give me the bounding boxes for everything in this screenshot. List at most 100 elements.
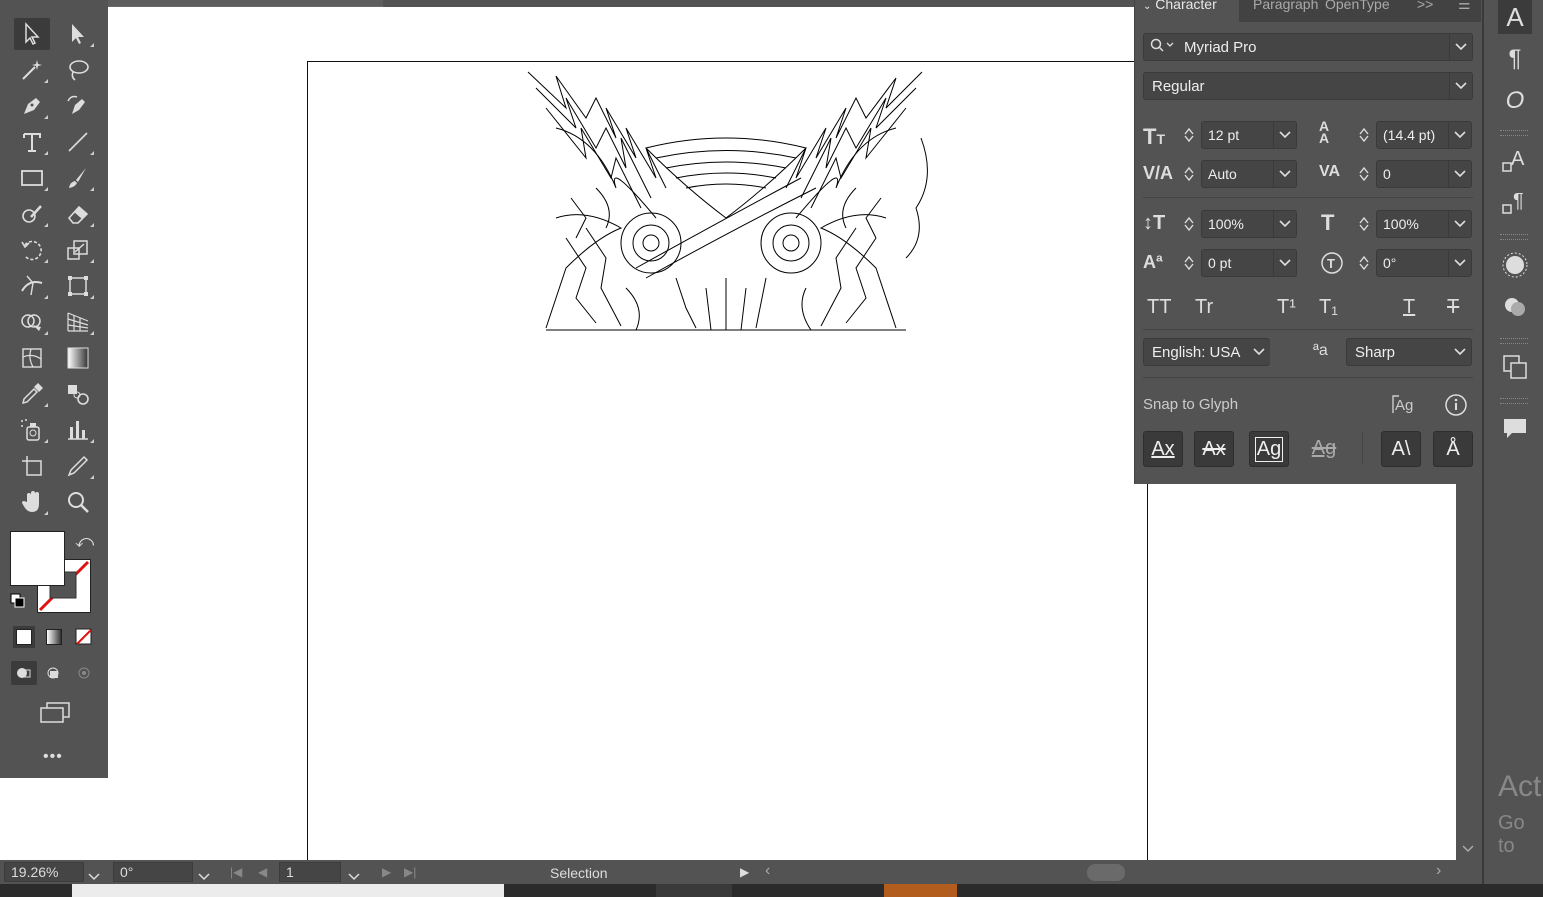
zoom-tool[interactable] — [60, 486, 96, 518]
underline-button[interactable]: T — [1403, 296, 1415, 319]
chevron-down-icon[interactable] — [1273, 122, 1296, 148]
chevron-down-icon[interactable] — [1448, 122, 1471, 148]
magic-wand-tool[interactable] — [14, 54, 50, 86]
horizontal-scale-stepper[interactable] — [1356, 210, 1372, 238]
chevron-down-icon[interactable] — [1448, 211, 1471, 237]
scroll-left-arrow-icon[interactable]: ‹ — [765, 862, 770, 880]
leading-stepper[interactable] — [1356, 121, 1372, 149]
tracking-field[interactable]: 0 — [1376, 160, 1472, 188]
shaper-tool[interactable] — [14, 198, 50, 230]
dock-grip[interactable] — [1500, 234, 1528, 240]
default-fill-stroke-icon[interactable] — [10, 593, 26, 609]
document-tab[interactable] — [108, 0, 383, 7]
layers-icon[interactable] — [1498, 350, 1532, 384]
small-caps-button[interactable]: Tr — [1195, 296, 1213, 319]
tab-character[interactable]: ⌄ Character — [1135, 0, 1239, 22]
eraser-tool[interactable] — [60, 198, 96, 230]
pen-tool[interactable] — [14, 90, 50, 122]
chevron-down-icon[interactable] — [198, 868, 210, 884]
draw-behind-button[interactable] — [41, 661, 67, 685]
strikethrough-button[interactable]: T — [1447, 296, 1459, 319]
snap-x-height-button[interactable]: Ax — [1194, 431, 1234, 467]
status-menu-arrow-icon[interactable]: ▶ — [740, 865, 749, 879]
taskbar-item[interactable] — [656, 884, 732, 897]
rectangle-tool[interactable] — [14, 162, 50, 194]
scale-tool[interactable] — [60, 234, 96, 266]
direct-selection-tool[interactable] — [60, 18, 96, 50]
vertical-scale-field[interactable]: 100% — [1201, 210, 1297, 238]
draw-normal-button[interactable] — [11, 661, 37, 685]
fill-swatch[interactable] — [10, 531, 65, 586]
horizontal-scale-field[interactable]: 100% — [1376, 210, 1472, 238]
chevron-down-icon[interactable] — [1248, 339, 1270, 365]
superscript-button[interactable]: T¹ — [1277, 296, 1296, 319]
eyedropper-tool[interactable] — [14, 378, 50, 410]
tracking-stepper[interactable] — [1356, 160, 1372, 188]
perspective-grid-tool[interactable] — [60, 306, 96, 338]
tab-paragraph[interactable]: Paragraph — [1245, 0, 1319, 22]
type-tool[interactable] — [14, 126, 50, 158]
rotation-field[interactable]: 0° — [1376, 249, 1472, 277]
artboard[interactable] — [307, 61, 1148, 873]
width-tool[interactable] — [14, 270, 50, 302]
blend-tool[interactable] — [60, 378, 96, 410]
antialias-dropdown[interactable]: Sharp — [1346, 338, 1472, 366]
column-graph-tool[interactable] — [60, 414, 96, 446]
chevron-down-icon[interactable] — [1273, 250, 1296, 276]
snap-glyph-options-icon[interactable]: Ag — [1391, 393, 1417, 420]
taskbar-item[interactable] — [884, 884, 957, 897]
artboard-number-field[interactable]: 1 — [279, 862, 341, 882]
shape-builder-tool[interactable] — [14, 306, 50, 338]
color-guide-icon[interactable] — [1498, 248, 1532, 282]
chevron-down-icon[interactable] — [1448, 161, 1471, 187]
free-transform-tool[interactable] — [60, 270, 96, 302]
horizontal-scroll-thumb[interactable] — [1087, 864, 1125, 881]
font-size-field[interactable]: 12 pt — [1201, 121, 1297, 149]
artboard-tool[interactable] — [14, 450, 50, 482]
chevron-down-icon[interactable] — [1448, 250, 1471, 276]
panel-menu-icon[interactable]: ☰ — [1458, 0, 1478, 22]
chevron-down-icon[interactable] — [1273, 161, 1296, 187]
color-mode-button[interactable] — [13, 626, 35, 648]
color-panel-icon[interactable] — [1498, 290, 1532, 324]
draw-inside-button[interactable] — [71, 661, 97, 685]
dock-grip[interactable] — [1500, 338, 1528, 344]
previous-artboard-icon[interactable]: ◀ — [258, 865, 267, 879]
gradient-mode-button[interactable] — [43, 626, 65, 648]
scroll-right-arrow-icon[interactable]: › — [1436, 862, 1441, 880]
line-tool[interactable] — [60, 126, 96, 158]
snap-baseline-button[interactable]: Ax — [1143, 431, 1183, 467]
dock-grip[interactable] — [1500, 398, 1528, 404]
dock-grip[interactable] — [1500, 130, 1528, 136]
selection-tool[interactable] — [14, 18, 50, 50]
font-style-dropdown[interactable]: Regular — [1143, 72, 1473, 100]
none-mode-button[interactable] — [73, 626, 95, 648]
first-artboard-icon[interactable]: |◀ — [230, 865, 242, 879]
tab-overflow-button[interactable]: >> — [1417, 0, 1437, 22]
edit-toolbar-button[interactable]: ••• — [43, 748, 63, 766]
kerning-field[interactable]: Auto — [1201, 160, 1297, 188]
chevron-down-icon[interactable] — [1449, 34, 1472, 60]
zoom-field[interactable]: 19.26% — [4, 862, 84, 882]
all-caps-button[interactable]: TT — [1147, 296, 1171, 319]
swap-fill-stroke-icon[interactable]: ⤺ — [75, 531, 94, 552]
character-styles-icon[interactable]: A — [1498, 144, 1532, 178]
curvature-tool[interactable] — [60, 90, 96, 122]
rotation-stepper[interactable] — [1356, 249, 1372, 277]
comments-icon[interactable] — [1498, 412, 1532, 446]
font-family-dropdown[interactable]: Myriad Pro — [1143, 33, 1473, 61]
scroll-down-arrow-icon[interactable] — [1462, 840, 1474, 858]
slice-tool[interactable] — [60, 450, 96, 482]
hand-tool[interactable] — [14, 486, 50, 518]
baseline-shift-stepper[interactable] — [1181, 249, 1197, 277]
subscript-button[interactable]: T₁ — [1319, 296, 1338, 319]
paragraph-panel-icon[interactable]: ¶ — [1498, 42, 1532, 76]
chevron-down-icon[interactable] — [348, 868, 360, 884]
chevron-down-icon[interactable] — [1449, 73, 1472, 99]
opentype-panel-icon[interactable]: O — [1498, 84, 1532, 118]
chevron-down-icon[interactable] — [1273, 211, 1296, 237]
baseline-shift-field[interactable]: 0 pt — [1201, 249, 1297, 277]
last-artboard-icon[interactable]: ▶| — [404, 865, 416, 879]
snap-glyph-bounds-button[interactable]: Ag — [1249, 431, 1289, 467]
vertical-scrollbar[interactable] — [1456, 484, 1480, 860]
